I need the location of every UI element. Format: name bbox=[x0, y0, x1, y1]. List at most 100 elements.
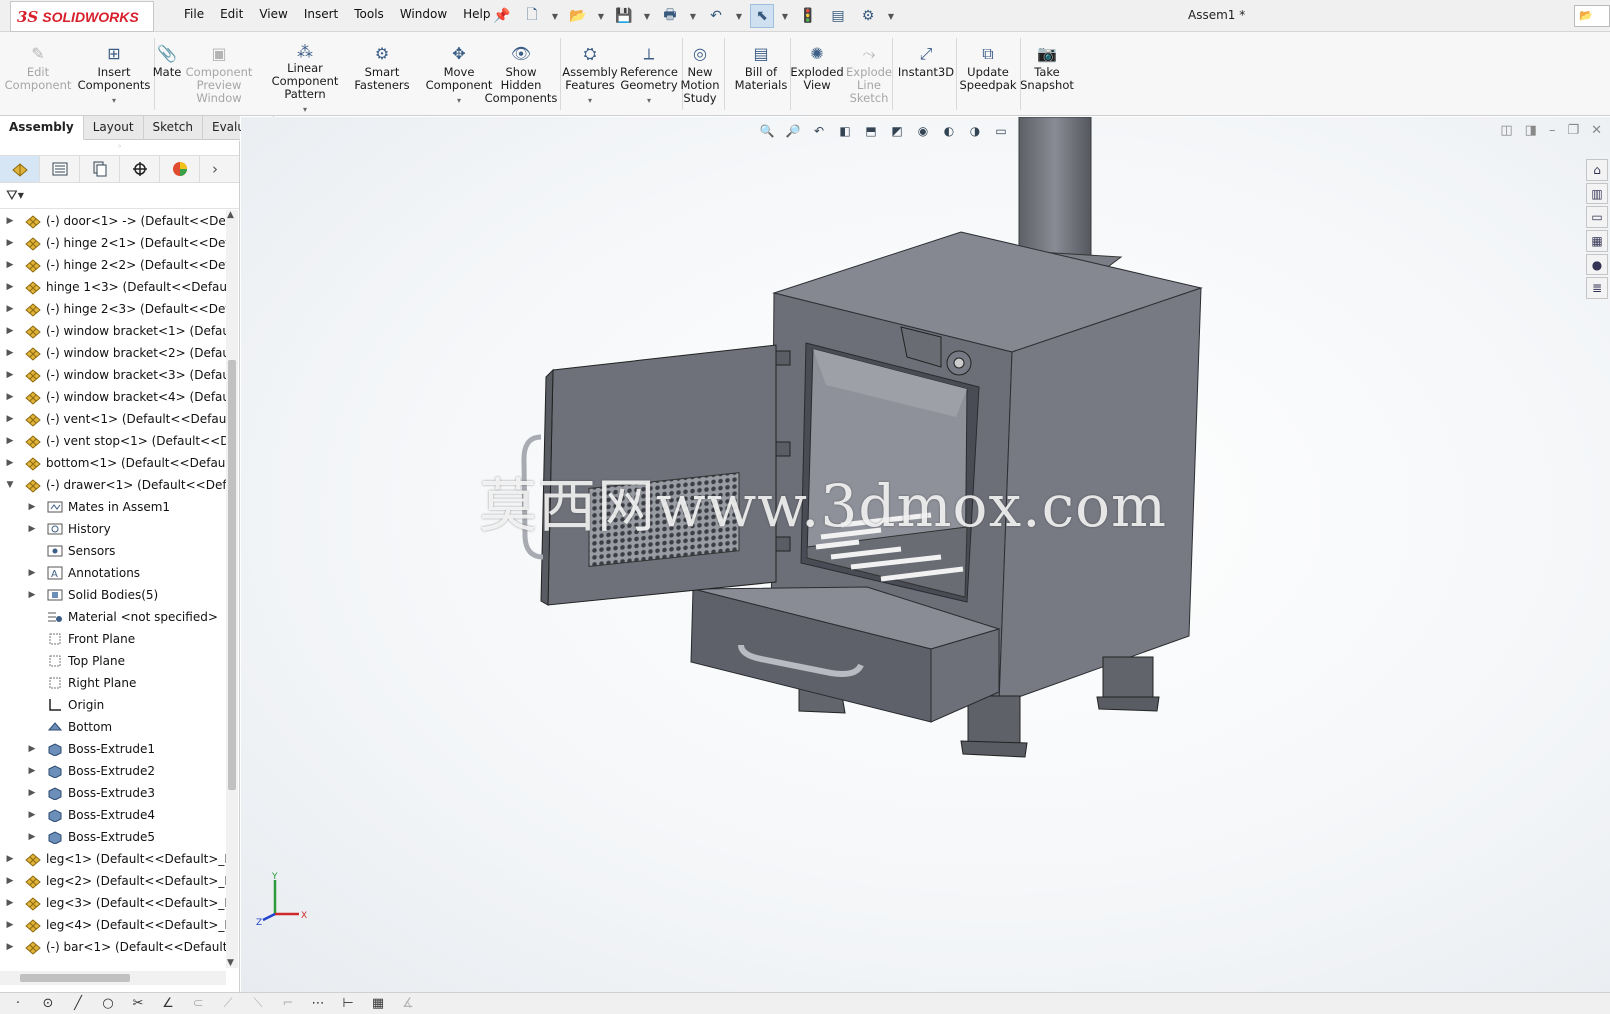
apply-scene-icon[interactable]: ◑ bbox=[965, 121, 985, 141]
panel-grip[interactable]: ◦ bbox=[0, 141, 239, 155]
tree-component-row[interactable]: ▶ (-) hinge 2<2> (Default<<Default bbox=[0, 254, 226, 276]
expand-arrow-icon[interactable]: ▶ bbox=[4, 342, 16, 364]
tree-feature-row[interactable]: Sensors bbox=[0, 540, 226, 562]
chevron-down-icon[interactable]: ▾ bbox=[303, 103, 307, 116]
solidworks-logo[interactable]: 3S SOLIDWORKS bbox=[10, 1, 154, 32]
mirror-icon[interactable]: ⟋ bbox=[218, 996, 238, 1011]
undo-icon[interactable]: ↶ bbox=[704, 4, 728, 28]
collapse-arrow-icon[interactable]: ▼ bbox=[4, 474, 16, 496]
rebuild-icon[interactable]: 🚦 bbox=[796, 4, 820, 28]
tree-component-row[interactable]: ▶ leg<2> (Default<<Default>_Displ bbox=[0, 870, 226, 892]
print-icon[interactable]: 🖶 bbox=[658, 4, 682, 28]
open-dropdown-icon[interactable]: ▼ bbox=[596, 4, 606, 28]
smart-fasteners-button[interactable]: ⚙ Smart Fasteners bbox=[354, 32, 409, 116]
options-dropdown-icon[interactable]: ▼ bbox=[886, 4, 896, 28]
expand-arrow-icon[interactable]: ▶ bbox=[4, 452, 16, 474]
split-left-icon[interactable]: ◫ bbox=[1500, 123, 1512, 138]
tree-feature-row[interactable]: Right Plane bbox=[0, 672, 226, 694]
tree-scroll-thumb[interactable] bbox=[228, 360, 236, 790]
propertymanager-icon[interactable] bbox=[40, 156, 80, 182]
tree-hscroll-thumb[interactable] bbox=[20, 974, 130, 982]
display-manager-icon[interactable] bbox=[160, 156, 200, 182]
graphics-area[interactable]: 🔍 🔎 ↶ ◧ ⬒ ◩ ◉ ◐ ◑ ▭ ◫ ◨ – ❐ ✕ ⌂ ▥ ▭ ▦ ● … bbox=[241, 117, 1610, 992]
expand-arrow-icon[interactable]: ▶ bbox=[4, 232, 16, 254]
pin-icon[interactable]: 📌 bbox=[490, 4, 514, 28]
file-properties-icon[interactable]: ▤ bbox=[826, 4, 850, 28]
expand-arrow-icon[interactable]: ▶ bbox=[4, 430, 16, 452]
zoom-to-area-icon[interactable]: 🔎 bbox=[783, 121, 803, 141]
view-orientation-icon[interactable]: ⬒ bbox=[861, 121, 881, 141]
minimize-icon[interactable]: – bbox=[1549, 123, 1556, 138]
tree-component-row[interactable]: ▶ (-) bar<1> (Default<<Default>_Di bbox=[0, 936, 226, 958]
tab-layout[interactable]: Layout bbox=[84, 116, 144, 140]
chevron-down-icon[interactable]: ▾ bbox=[647, 94, 651, 107]
circle-icon[interactable]: ○ bbox=[98, 996, 118, 1011]
tree-component-row[interactable]: ▶ (-) vent stop<1> (Default<<Defau bbox=[0, 430, 226, 452]
tree-component-row[interactable]: ▼ (-) drawer<1> (Default<<Default> bbox=[0, 474, 226, 496]
menu-window[interactable]: Window bbox=[392, 7, 455, 21]
expand-arrow-icon[interactable]: ▶ bbox=[26, 804, 38, 826]
menu-insert[interactable]: Insert bbox=[296, 7, 346, 21]
tree-horizontal-scrollbar[interactable] bbox=[0, 971, 226, 985]
linear-dimension-icon[interactable]: ⊢ bbox=[338, 996, 358, 1011]
expand-arrow-icon[interactable]: ▶ bbox=[4, 848, 16, 870]
expand-arrow-icon[interactable]: ▶ bbox=[4, 914, 16, 936]
edit-appearance-icon[interactable]: ◐ bbox=[939, 121, 959, 141]
save-dropdown-icon[interactable]: ▼ bbox=[642, 4, 652, 28]
angle-icon[interactable]: ∠ bbox=[158, 996, 178, 1011]
explode-line-sketch-button[interactable]: ⤳ Explode Line Sketch bbox=[846, 32, 892, 116]
expand-arrow-icon[interactable]: ▶ bbox=[4, 892, 16, 914]
tree-feature-row[interactable]: ▶ Solid Bodies(5) bbox=[0, 584, 226, 606]
expand-arrow-icon[interactable]: ▶ bbox=[4, 386, 16, 408]
component-preview-window-button[interactable]: ▣ Component Preview Window bbox=[186, 32, 253, 116]
split-right-icon[interactable]: ◨ bbox=[1525, 123, 1537, 138]
restore-icon[interactable]: ❐ bbox=[1567, 123, 1579, 138]
expand-arrow-icon[interactable]: ▶ bbox=[26, 760, 38, 782]
open-icon[interactable]: 📂 bbox=[566, 4, 590, 28]
search-commands-input[interactable]: 📂 Se bbox=[1574, 5, 1610, 27]
tab-sketch[interactable]: Sketch bbox=[144, 116, 203, 140]
select-dropdown-icon[interactable]: ▼ bbox=[780, 4, 790, 28]
tree-feature-row[interactable]: ▶ Mates in Assem1 bbox=[0, 496, 226, 518]
tree-component-row[interactable]: ▶ leg<4> (Default<<Default>_Displ bbox=[0, 914, 226, 936]
close-icon[interactable]: ✕ bbox=[1591, 123, 1602, 138]
tree-feature-row[interactable]: ▶ Boss-Extrude3 bbox=[0, 782, 226, 804]
insert-components-button[interactable]: ⊞ Insert Components ▾ bbox=[76, 32, 152, 116]
tree-feature-row[interactable]: ▶ Boss-Extrude4 bbox=[0, 804, 226, 826]
show-hidden-components-button[interactable]: 👁 Show Hidden Components bbox=[484, 32, 558, 116]
expand-arrow-icon[interactable]: ▶ bbox=[26, 738, 38, 760]
scroll-up-icon[interactable]: ▲ bbox=[227, 210, 234, 220]
view-palette-icon[interactable]: ▦ bbox=[1586, 230, 1608, 252]
tree-feature-row[interactable]: Material <not specified> bbox=[0, 606, 226, 628]
edit-component-button[interactable]: ✎ Edit Component bbox=[5, 32, 72, 116]
menu-tools[interactable]: Tools bbox=[346, 7, 392, 21]
featuremanager-icon[interactable] bbox=[0, 156, 40, 182]
take-snapshot-button[interactable]: 📷 Take Snapshot bbox=[1020, 32, 1074, 116]
expand-arrow-icon[interactable]: ▶ bbox=[4, 364, 16, 386]
custom-properties-icon[interactable]: ≣ bbox=[1586, 277, 1608, 300]
tree-feature-row[interactable]: ▶ Boss-Extrude2 bbox=[0, 760, 226, 782]
display-style-icon[interactable]: ◩ bbox=[887, 121, 907, 141]
line-icon[interactable]: ╱ bbox=[68, 996, 88, 1011]
tree-vertical-scrollbar[interactable]: ▲ ▼ bbox=[226, 210, 238, 968]
dimxpert-icon[interactable] bbox=[120, 156, 160, 182]
tree-feature-row[interactable]: Bottom bbox=[0, 716, 226, 738]
angular-dimension-icon[interactable]: ∡ bbox=[398, 996, 418, 1011]
tree-component-row[interactable]: ▶ (-) hinge 2<1> (Default<<Default bbox=[0, 232, 226, 254]
expand-arrow-icon[interactable]: ▶ bbox=[4, 210, 16, 232]
reference-geometry-button[interactable]: ⟂ Reference Geometry ▾ bbox=[618, 32, 680, 116]
tree-feature-row[interactable]: Front Plane bbox=[0, 628, 226, 650]
design-library-icon[interactable]: ▥ bbox=[1586, 182, 1608, 205]
tree-feature-row[interactable]: Origin bbox=[0, 694, 226, 716]
tree-feature-row[interactable]: ▶ Boss-Extrude1 bbox=[0, 738, 226, 760]
hide-show-items-icon[interactable]: ◉ bbox=[913, 121, 933, 141]
appearances-icon[interactable]: ● bbox=[1586, 253, 1608, 276]
update-speedpak-button[interactable]: ⧉ Update Speedpak bbox=[958, 32, 1018, 116]
tree-component-row[interactable]: ▶ (-) door<1> -> (Default<<Default bbox=[0, 210, 226, 232]
expand-arrow-icon[interactable]: ▶ bbox=[26, 562, 38, 584]
expand-arrow-icon[interactable]: ▶ bbox=[4, 254, 16, 276]
tree-component-row[interactable]: ▶ leg<1> (Default<<Default>_Displ bbox=[0, 848, 226, 870]
bill-of-materials-button[interactable]: ▤ Bill of Materials bbox=[734, 32, 788, 116]
expand-arrow-icon[interactable]: ▶ bbox=[4, 408, 16, 430]
expand-arrow-icon[interactable]: ▶ bbox=[26, 518, 38, 540]
